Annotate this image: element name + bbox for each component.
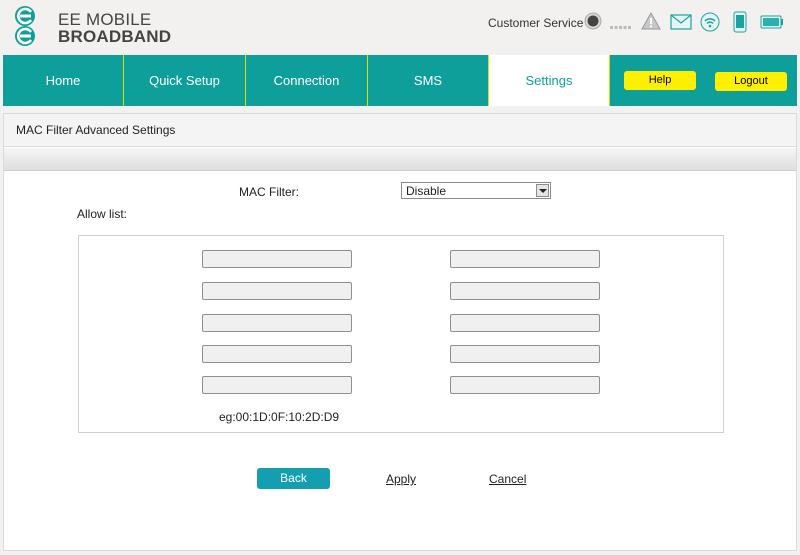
mac-address-input[interactable] bbox=[202, 250, 352, 268]
mac-address-input[interactable] bbox=[202, 282, 352, 300]
wifi-icon[interactable] bbox=[700, 12, 720, 32]
customer-service-link[interactable]: Customer Service bbox=[488, 16, 583, 30]
ee-logo: EE MOBILE BROADBAND bbox=[12, 5, 172, 47]
header: EE MOBILE BROADBAND Customer Service bbox=[0, 0, 800, 52]
allow-list-box: eg:00:1D:0F:10:2D:D9 bbox=[78, 235, 724, 433]
mac-address-input[interactable] bbox=[450, 282, 600, 300]
page-title: MAC Filter Advanced Settings bbox=[16, 123, 176, 137]
content-panel: MAC Filter Advanced Settings MAC Filter:… bbox=[3, 113, 797, 551]
logout-button[interactable]: Logout bbox=[715, 72, 787, 91]
tab-home[interactable]: Home bbox=[3, 55, 123, 106]
panel-divider bbox=[4, 148, 796, 171]
signal-status-icon[interactable] bbox=[584, 12, 602, 30]
panel-header: MAC Filter Advanced Settings bbox=[4, 114, 796, 147]
tab-connection[interactable]: Connection bbox=[246, 55, 367, 106]
cancel-link[interactable]: Cancel bbox=[489, 472, 526, 486]
tab-divider bbox=[609, 55, 610, 106]
message-icon[interactable] bbox=[670, 14, 692, 30]
mac-filter-select[interactable]: Disable bbox=[401, 182, 551, 199]
ee-logo-icon bbox=[15, 6, 35, 46]
mac-address-input[interactable] bbox=[202, 376, 352, 394]
mac-address-input[interactable] bbox=[202, 314, 352, 332]
main-nav: Home Quick Setup Connection SMS Settings… bbox=[3, 55, 797, 106]
device-icon[interactable] bbox=[733, 11, 747, 33]
tab-sms[interactable]: SMS bbox=[368, 55, 488, 106]
tab-quick-setup[interactable]: Quick Setup bbox=[124, 55, 245, 106]
mac-address-input[interactable] bbox=[450, 376, 600, 394]
mac-format-hint: eg:00:1D:0F:10:2D:D9 bbox=[219, 410, 340, 424]
brand-name: EE MOBILE BROADBAND bbox=[58, 11, 171, 45]
mac-address-input[interactable] bbox=[202, 345, 352, 363]
chevron-down-icon[interactable] bbox=[536, 184, 549, 197]
warning-icon[interactable] bbox=[641, 12, 661, 30]
apply-link[interactable]: Apply bbox=[386, 472, 416, 486]
brand-line2: BROADBAND bbox=[58, 27, 172, 46]
brand-line1: EE MOBILE bbox=[58, 10, 152, 29]
signal-strength-icon[interactable] bbox=[610, 18, 632, 30]
mac-filter-value: Disable bbox=[406, 184, 447, 198]
battery-icon[interactable] bbox=[760, 15, 784, 29]
help-button[interactable]: Help bbox=[624, 71, 696, 90]
tab-settings[interactable]: Settings bbox=[489, 55, 609, 106]
mac-address-input[interactable] bbox=[450, 345, 600, 363]
mac-address-input[interactable] bbox=[450, 250, 600, 268]
mac-filter-label: MAC Filter: bbox=[239, 185, 299, 199]
allow-list-label: Allow list: bbox=[77, 207, 128, 221]
back-button[interactable]: Back bbox=[257, 468, 330, 489]
mac-address-input[interactable] bbox=[450, 314, 600, 332]
